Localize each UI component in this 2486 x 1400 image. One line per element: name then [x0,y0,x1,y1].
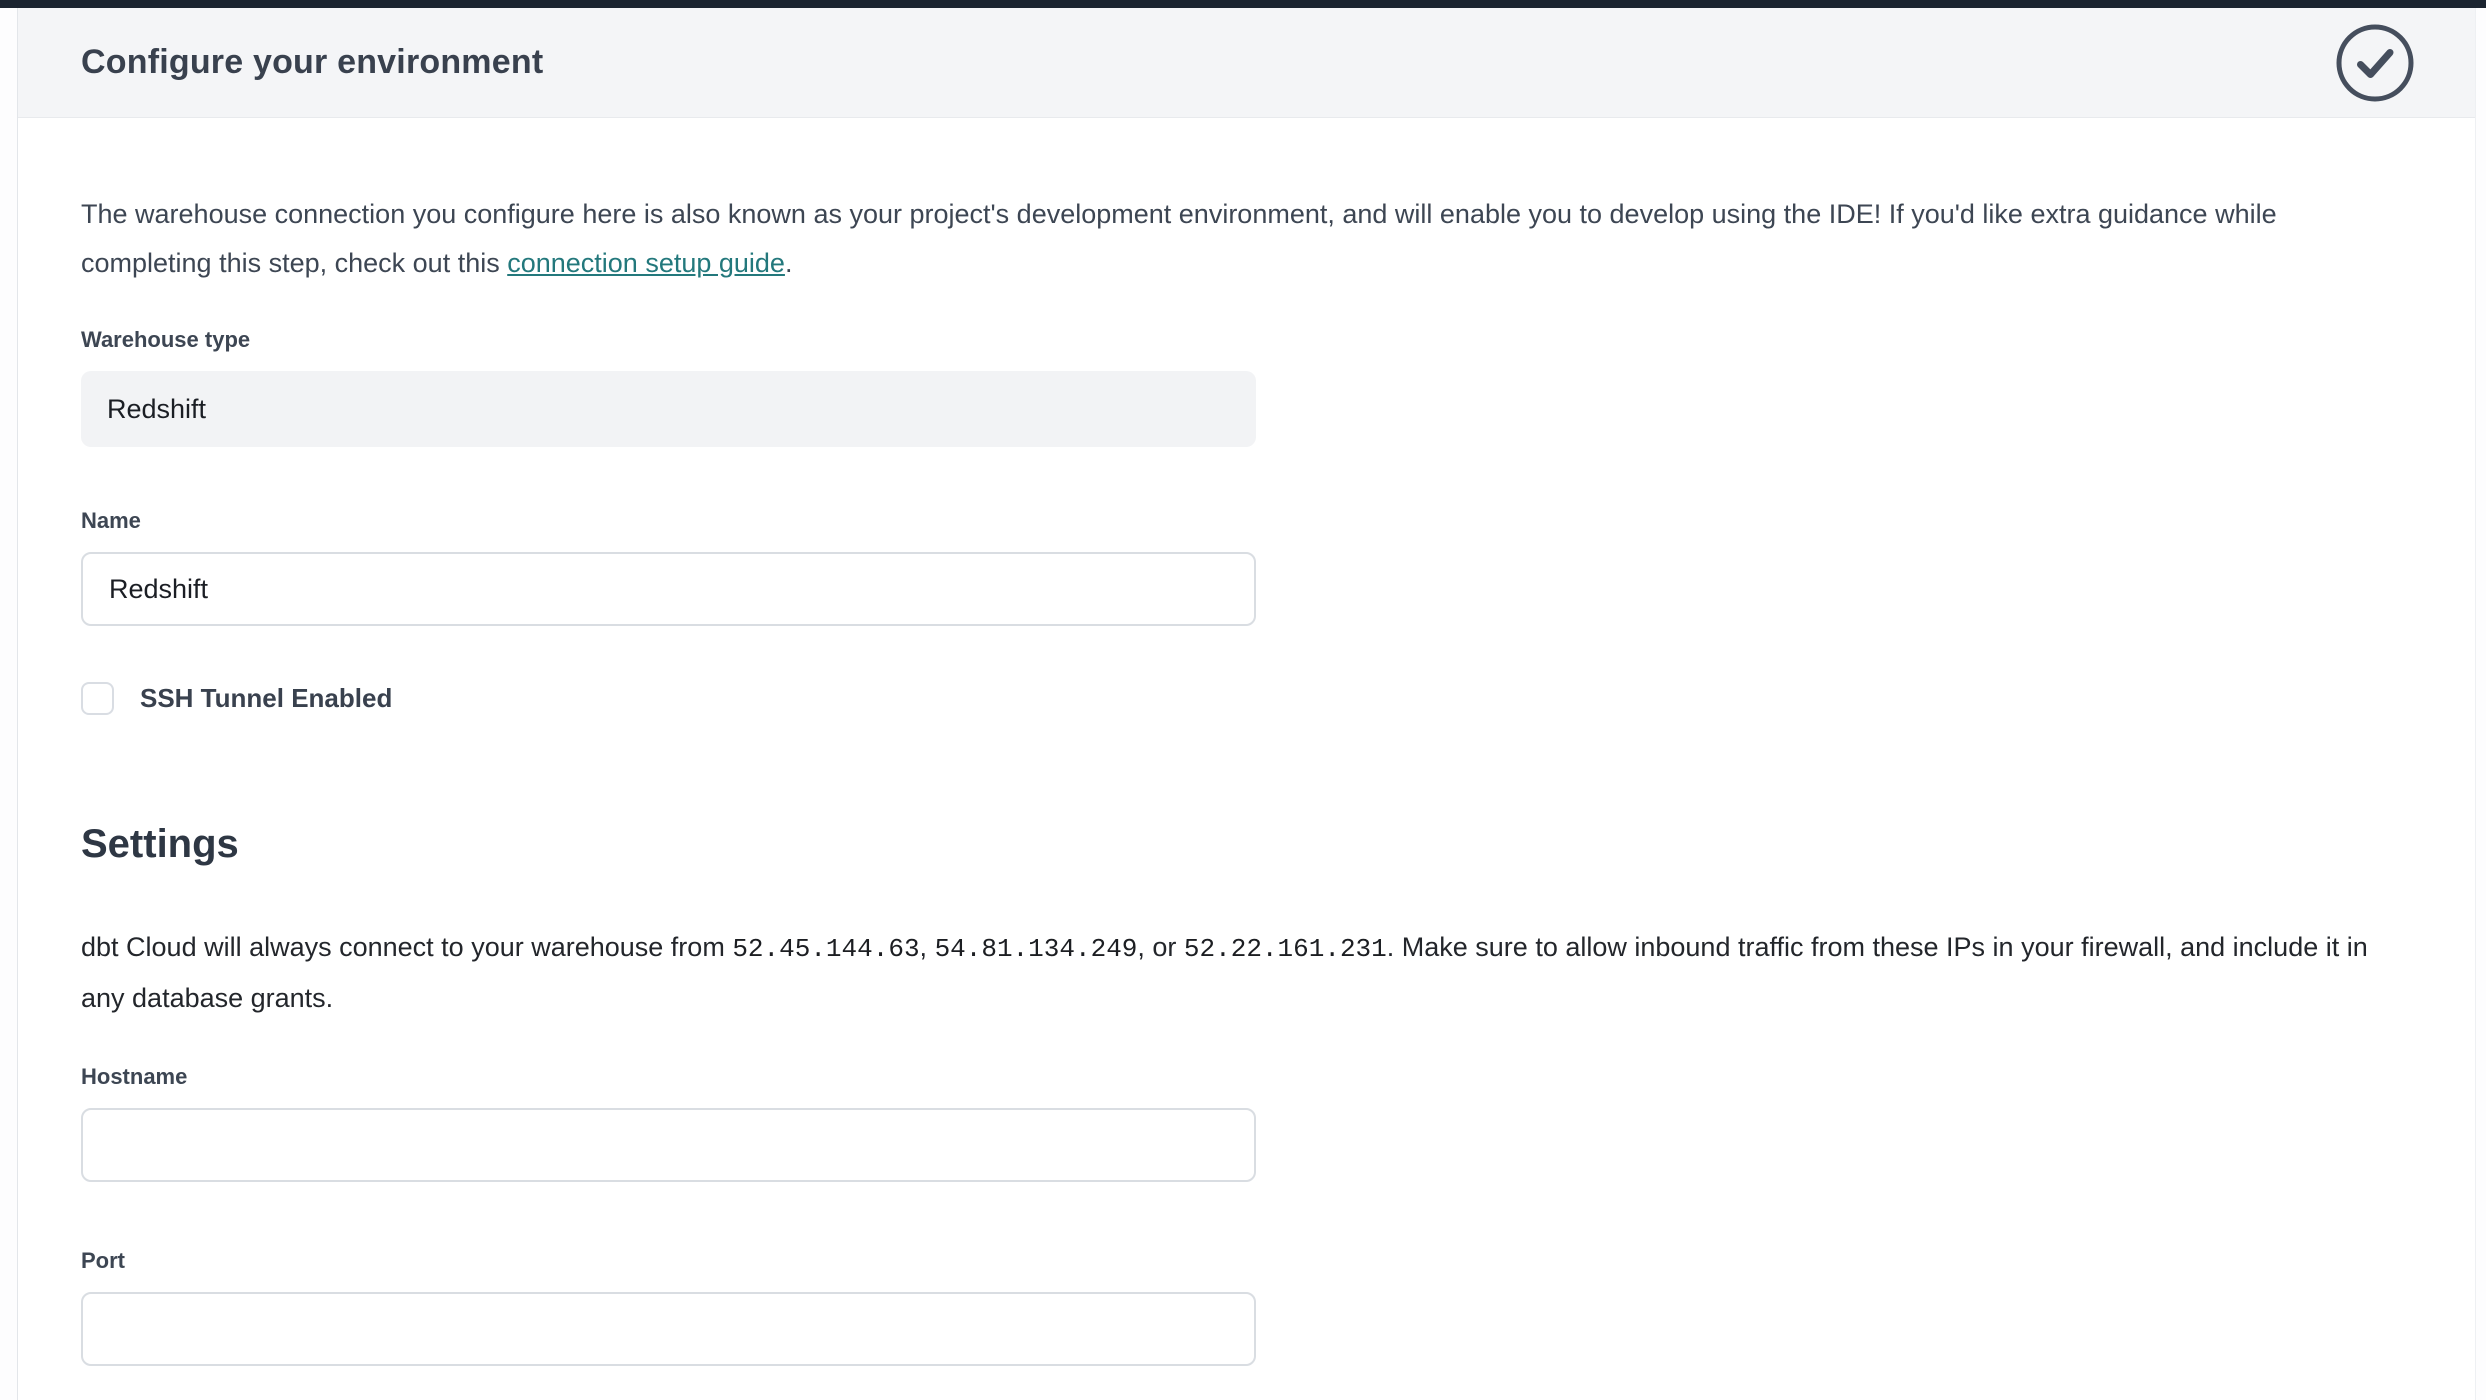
intro-text-after: . [785,248,793,278]
hostname-input[interactable] [81,1108,1256,1182]
card-body: The warehouse connection you configure h… [18,118,2475,1366]
ip-address-2: 54.81.134.249 [935,934,1138,964]
ssh-tunnel-checkbox[interactable] [81,682,114,715]
port-label: Port [81,1248,2475,1273]
warehouse-type-field: Redshift [81,371,1256,447]
settings-desc-text: dbt Cloud will always connect to your wa… [81,932,732,962]
name-input[interactable] [81,552,1256,626]
ip-address-3: 52.22.161.231 [1184,934,1387,964]
name-label: Name [81,508,2475,533]
warehouse-type-value: Redshift [107,394,206,425]
top-accent-bar [0,0,2486,8]
intro-text-before: The warehouse connection you configure h… [81,199,2277,278]
settings-desc-separator: , [920,932,935,962]
configure-environment-card: Configure your environment The warehouse… [17,8,2476,1400]
settings-desc-separator: , or [1137,932,1184,962]
port-input[interactable] [81,1292,1256,1366]
warehouse-type-label: Warehouse type [81,327,2475,352]
ip-address-1: 52.45.144.63 [732,934,919,964]
intro-paragraph: The warehouse connection you configure h… [81,190,2343,288]
ssh-tunnel-row: SSH Tunnel Enabled [81,682,2475,715]
card-header: Configure your environment [18,8,2475,118]
hostname-label: Hostname [81,1064,2475,1089]
settings-description: dbt Cloud will always connect to your wa… [81,923,2381,1023]
connection-setup-guide-link[interactable]: connection setup guide [507,248,785,278]
settings-heading: Settings [81,821,2475,867]
check-circle-icon [2335,23,2415,103]
page-title: Configure your environment [81,43,543,82]
ssh-tunnel-label: SSH Tunnel Enabled [140,683,392,714]
